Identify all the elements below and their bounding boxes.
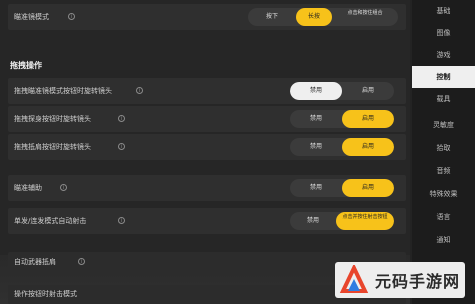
toggle-selector[interactable]: 禁用 启用 bbox=[290, 82, 394, 100]
row-aim-assist: 瞄准辅助 i 禁用 启用 bbox=[8, 175, 406, 201]
scope-mode-selector[interactable]: 按下 长按 点击和按住组合 bbox=[248, 8, 398, 26]
sidebar-item-basic[interactable]: 基础 bbox=[412, 0, 475, 22]
option-enable[interactable]: 启用 bbox=[342, 82, 394, 100]
option-disable[interactable]: 禁用 bbox=[290, 82, 342, 100]
option-tap-hold-fire[interactable]: 点击并按住射击按钮 bbox=[336, 212, 394, 230]
row-drag-scope-rotate: 拖拽瞄准镜模式按钮时旋转镜头 i 禁用 启用 bbox=[8, 78, 406, 104]
info-icon[interactable]: i bbox=[118, 217, 125, 224]
row-auto-fire: 单发/连发模式自动射击 i 禁用 点击并按住射击按钮 bbox=[8, 208, 406, 234]
info-icon[interactable]: i bbox=[78, 258, 85, 265]
toggle-selector[interactable]: 禁用 点击并按住射击按钮 bbox=[290, 212, 394, 230]
sidebar-item-language[interactable]: 语言 bbox=[412, 206, 475, 228]
sidebar-item-effects[interactable]: 特殊效果 bbox=[412, 183, 475, 205]
sidebar-item-graphics[interactable]: 图像 bbox=[412, 22, 475, 44]
row-drag-shoulder-rotate: 拖拽抵肩按钮时旋转镜头 i 禁用 启用 bbox=[8, 134, 406, 160]
sidebar-item-vehicle[interactable]: 载具 bbox=[412, 88, 475, 110]
row-label: 自动武器抵肩 bbox=[14, 258, 56, 266]
settings-panel: 瞄准镜模式 i 按下 长按 点击和按住组合 拖拽操作 拖拽瞄准镜模式按钮时旋转镜… bbox=[0, 0, 410, 304]
info-icon[interactable]: i bbox=[118, 143, 125, 150]
sidebar-item-notifications[interactable]: 通知 bbox=[412, 229, 475, 251]
option-combo[interactable]: 点击和按住组合 bbox=[332, 8, 398, 26]
option-enable[interactable]: 启用 bbox=[342, 110, 394, 128]
sidebar-item-audio[interactable]: 音频 bbox=[412, 160, 475, 182]
option-enable[interactable]: 启用 bbox=[342, 138, 394, 156]
option-disable[interactable]: 禁用 bbox=[290, 138, 342, 156]
row-scope-mode: 瞄准镜模式 i 按下 长按 点击和按住组合 bbox=[8, 4, 406, 30]
row-label: 瞄准辅助 bbox=[14, 184, 42, 192]
sidebar-item-controls[interactable]: 控制 bbox=[412, 66, 475, 88]
toggle-selector[interactable]: 禁用 启用 bbox=[290, 179, 394, 197]
row-label: 瞄准镜模式 bbox=[14, 13, 49, 21]
option-enable[interactable]: 启用 bbox=[342, 179, 394, 197]
toggle-selector[interactable]: 禁用 启用 bbox=[290, 138, 394, 156]
option-press[interactable]: 按下 bbox=[248, 8, 296, 26]
sidebar-item-sensitivity[interactable]: 灵敏度 bbox=[412, 114, 475, 136]
settings-sidebar: 基础 图像 游戏 控制 载具 灵敏度 拾取 音频 特殊效果 语言 通知 bbox=[412, 0, 475, 304]
info-icon[interactable]: i bbox=[118, 115, 125, 122]
toggle-selector[interactable]: 禁用 启用 bbox=[290, 110, 394, 128]
row-label: 拖拽抵肩按钮时旋转镜头 bbox=[14, 143, 91, 151]
row-label: 单发/连发模式自动射击 bbox=[14, 217, 87, 225]
row-label: 拖拽探身按钮时旋转镜头 bbox=[14, 115, 91, 123]
info-icon[interactable]: i bbox=[68, 13, 75, 20]
watermark-logo-icon bbox=[339, 263, 369, 295]
option-hold[interactable]: 长按 bbox=[296, 8, 332, 26]
option-disable[interactable]: 禁用 bbox=[290, 179, 342, 197]
watermark: 元码手游网 bbox=[335, 262, 465, 298]
row-drag-peek-rotate: 拖拽探身按钮时旋转镜头 i 禁用 启用 bbox=[8, 106, 406, 132]
option-disable[interactable]: 禁用 bbox=[290, 212, 336, 230]
info-icon[interactable]: i bbox=[136, 87, 143, 94]
sidebar-item-pickup[interactable]: 拾取 bbox=[412, 137, 475, 159]
row-label: 操作按钮时射击模式 bbox=[14, 290, 77, 298]
sidebar-item-game[interactable]: 游戏 bbox=[412, 44, 475, 66]
option-disable[interactable]: 禁用 bbox=[290, 110, 342, 128]
section-title: 拖拽操作 bbox=[10, 61, 42, 70]
row-label: 拖拽瞄准镜模式按钮时旋转镜头 bbox=[14, 87, 112, 95]
watermark-text: 元码手游网 bbox=[375, 272, 461, 291]
info-icon[interactable]: i bbox=[60, 184, 67, 191]
